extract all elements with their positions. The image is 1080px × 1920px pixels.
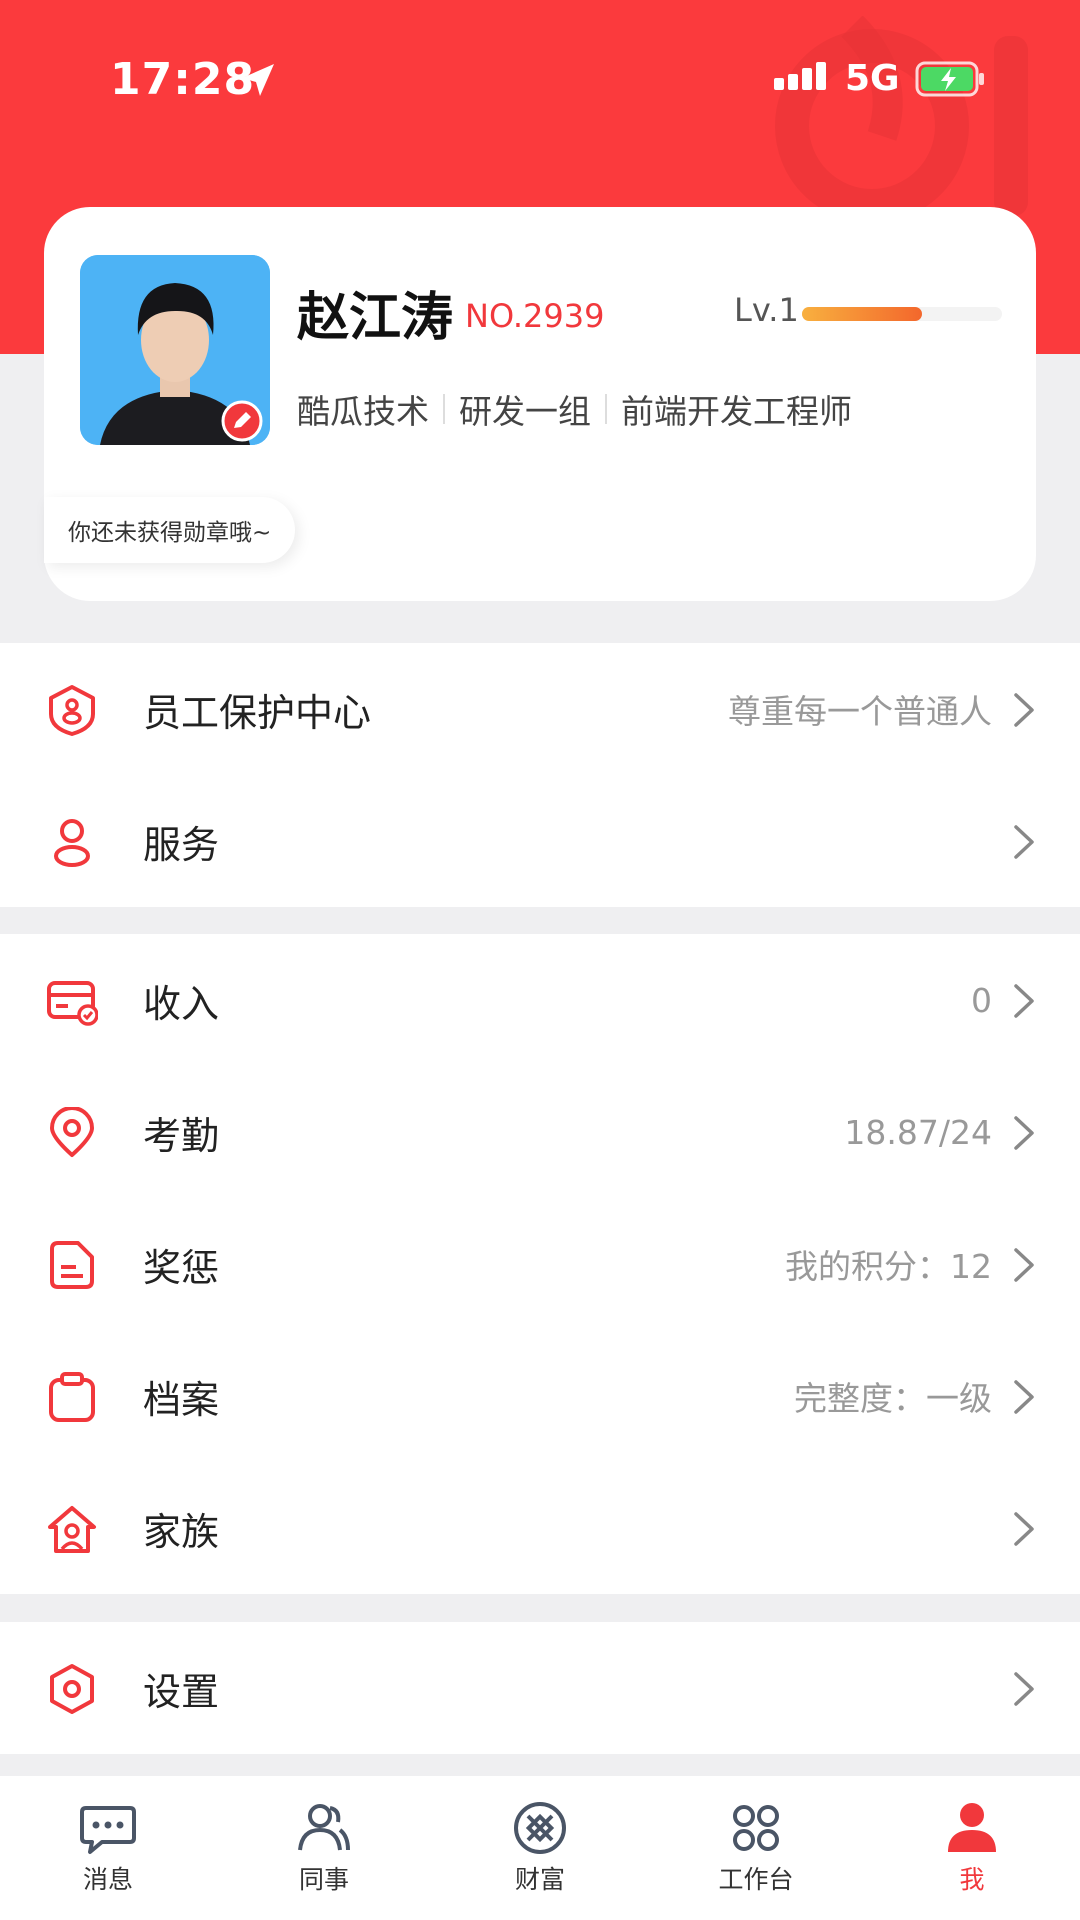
user-name: 赵江涛 <box>297 288 454 348</box>
menu-label: 员工保护中心 <box>143 690 372 735</box>
menu-item-income[interactable]: 收入 0 <box>0 934 1080 1066</box>
menu-item-archive[interactable]: 档案 完整度：一级 <box>0 1330 1080 1462</box>
menu-label: 收入 <box>143 981 220 1026</box>
menu-label: 服务 <box>143 822 220 867</box>
home-icon <box>48 1506 96 1553</box>
level-label: Lv.1 <box>734 291 799 329</box>
menu-group-protection: 员工保护中心 尊重每一个普通人 服务 <box>0 643 1080 907</box>
level-progress-bar <box>802 307 1002 321</box>
level-progress-fill <box>802 307 922 321</box>
menu-value: 18.87/24 <box>844 1112 992 1152</box>
wealth-icon <box>514 1802 566 1854</box>
menu-label: 档案 <box>143 1377 220 1422</box>
chevron-right-icon <box>1014 693 1034 727</box>
colleagues-icon <box>298 1804 350 1851</box>
tab-label: 我 <box>959 1865 985 1894</box>
tab-label: 财富 <box>514 1865 565 1894</box>
tab-me[interactable]: 我 <box>912 1798 1032 1908</box>
chevron-right-icon <box>1014 1248 1034 1282</box>
menu-item-attendance[interactable]: 考勤 18.87/24 <box>0 1066 1080 1198</box>
tab-messages[interactable]: 消息 <box>48 1798 168 1908</box>
menu-value: 尊重每一个普通人 <box>728 692 992 731</box>
clipboard-icon <box>49 1372 95 1422</box>
status-bar: 17:28 5G <box>0 0 1080 160</box>
menu-value: 0 <box>971 980 992 1020</box>
chevron-right-icon <box>1014 1672 1034 1706</box>
org-divider <box>443 394 445 424</box>
status-time: 17:28 <box>110 54 256 105</box>
settings-hexagon-icon <box>50 1664 94 1714</box>
document-icon <box>50 1241 94 1289</box>
chevron-right-icon <box>1014 1380 1034 1414</box>
location-arrow-icon <box>242 64 274 96</box>
tab-label: 工作台 <box>718 1865 794 1894</box>
menu-label: 考勤 <box>143 1113 220 1158</box>
menu-label: 家族 <box>143 1509 220 1554</box>
tab-label: 消息 <box>82 1865 133 1894</box>
edit-avatar-icon[interactable] <box>221 400 263 442</box>
org-team: 研发一组 <box>459 392 591 431</box>
org-position: 前端开发工程师 <box>621 392 852 431</box>
tab-workbench[interactable]: 工作台 <box>696 1798 816 1908</box>
menu-item-rewards[interactable]: 奖惩 我的积分：12 <box>0 1198 1080 1330</box>
badge-tip[interactable]: 你还未获得勋章哦~ <box>44 497 296 563</box>
chevron-right-icon <box>1014 1116 1034 1150</box>
tab-wealth[interactable]: 财富 <box>480 1798 600 1908</box>
person-icon <box>54 819 90 867</box>
org-company: 酷瓜技术 <box>297 392 429 431</box>
workbench-icon <box>733 1805 779 1851</box>
menu-label: 奖惩 <box>143 1245 220 1290</box>
chevron-right-icon <box>1014 984 1034 1018</box>
menu-item-service[interactable]: 服务 <box>0 775 1080 907</box>
profile-card: 赵江涛 NO.2939 Lv.1 酷瓜技术 研发一组 前端开发工程师 你还未获得… <box>44 207 1036 601</box>
menu-value: 完整度：一级 <box>794 1379 992 1418</box>
signal-icon <box>774 62 826 90</box>
location-pin-icon <box>50 1107 94 1157</box>
tab-label: 同事 <box>298 1865 349 1894</box>
chevron-right-icon <box>1014 825 1034 859</box>
menu-value: 我的积分：12 <box>785 1247 992 1286</box>
network-type: 5G <box>845 58 900 99</box>
chevron-right-icon <box>1014 1512 1034 1546</box>
card-icon <box>47 981 98 1026</box>
org-info: 酷瓜技术 研发一组 前端开发工程师 <box>297 385 852 433</box>
menu-label: 设置 <box>143 1669 220 1714</box>
employee-number: NO.2939 <box>465 297 605 335</box>
bottom-tab-bar: 消息 同事 财富 工作台 我 <box>0 1776 1080 1920</box>
shield-icon <box>49 685 95 736</box>
menu-item-settings[interactable]: 设置 <box>0 1622 1080 1754</box>
chat-bubble-icon <box>80 1806 136 1854</box>
org-divider <box>605 394 607 424</box>
menu-item-family[interactable]: 家族 <box>0 1462 1080 1594</box>
badge-tip-text: 你还未获得勋章哦~ <box>68 520 272 546</box>
tab-colleagues[interactable]: 同事 <box>264 1798 384 1908</box>
menu-group-work: 收入 0 考勤 18.87/24 奖惩 我的积分：12 档案 完整度：一级 家族 <box>0 934 1080 1594</box>
battery-charging-icon <box>915 61 984 97</box>
menu-group-settings: 设置 <box>0 1622 1080 1754</box>
me-icon <box>948 1803 996 1852</box>
menu-item-employee-protection[interactable]: 员工保护中心 尊重每一个普通人 <box>0 643 1080 775</box>
